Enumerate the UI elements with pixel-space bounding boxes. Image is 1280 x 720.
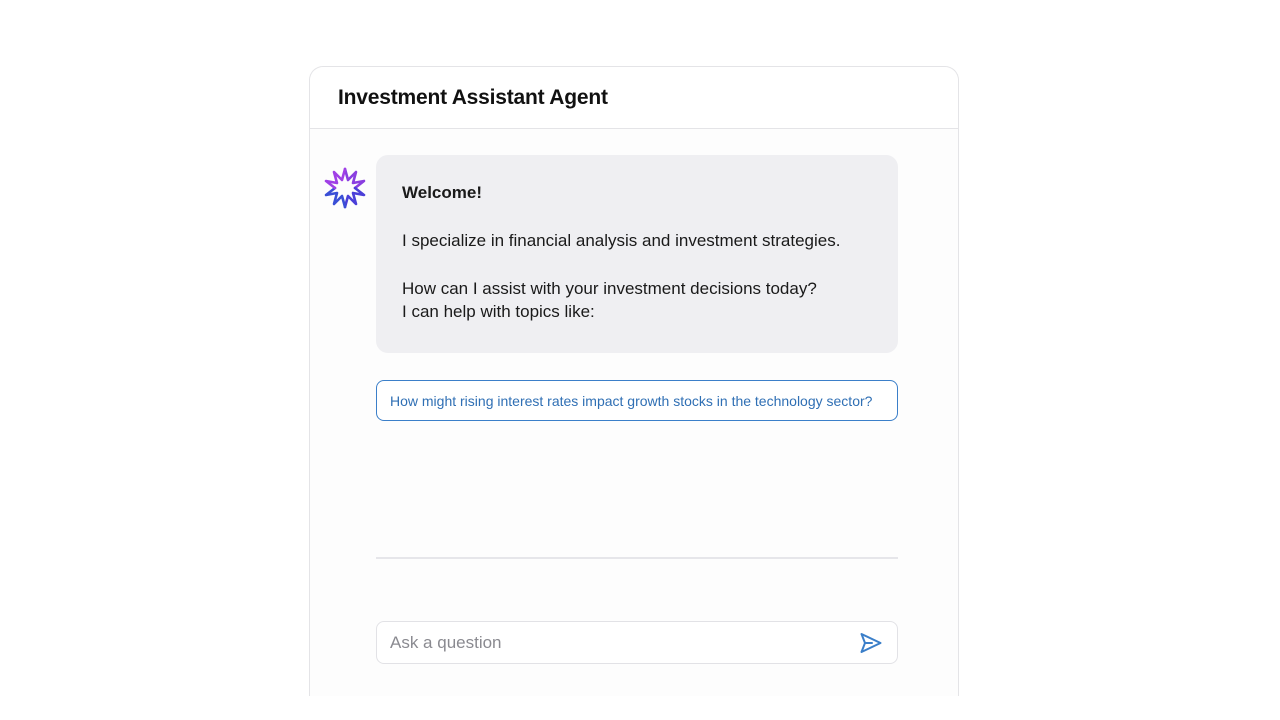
- assistant-message: Welcome! I specialize in financial analy…: [376, 155, 898, 353]
- message-line: How can I assist with your investment de…: [402, 279, 817, 298]
- sparkle-icon: [324, 167, 366, 209]
- message-line: I specialize in financial analysis and i…: [402, 231, 841, 250]
- assistant-avatar: [323, 166, 367, 210]
- page-title: Investment Assistant Agent: [338, 85, 608, 109]
- message-line: I can help with topics like:: [402, 302, 595, 321]
- suggestion-chip[interactable]: How might rising interest rates impact g…: [376, 380, 898, 421]
- send-button[interactable]: [851, 623, 891, 663]
- divider: [376, 557, 898, 559]
- panel-header: Investment Assistant Agent: [310, 67, 958, 129]
- message-greeting: Welcome!: [402, 183, 482, 202]
- question-input[interactable]: [377, 621, 851, 664]
- suggestion-label: How might rising interest rates impact g…: [390, 392, 873, 409]
- chat-panel: Investment Assistant Agent Welcome! I sp…: [309, 66, 959, 696]
- send-icon: [860, 632, 882, 653]
- composer: [376, 621, 898, 664]
